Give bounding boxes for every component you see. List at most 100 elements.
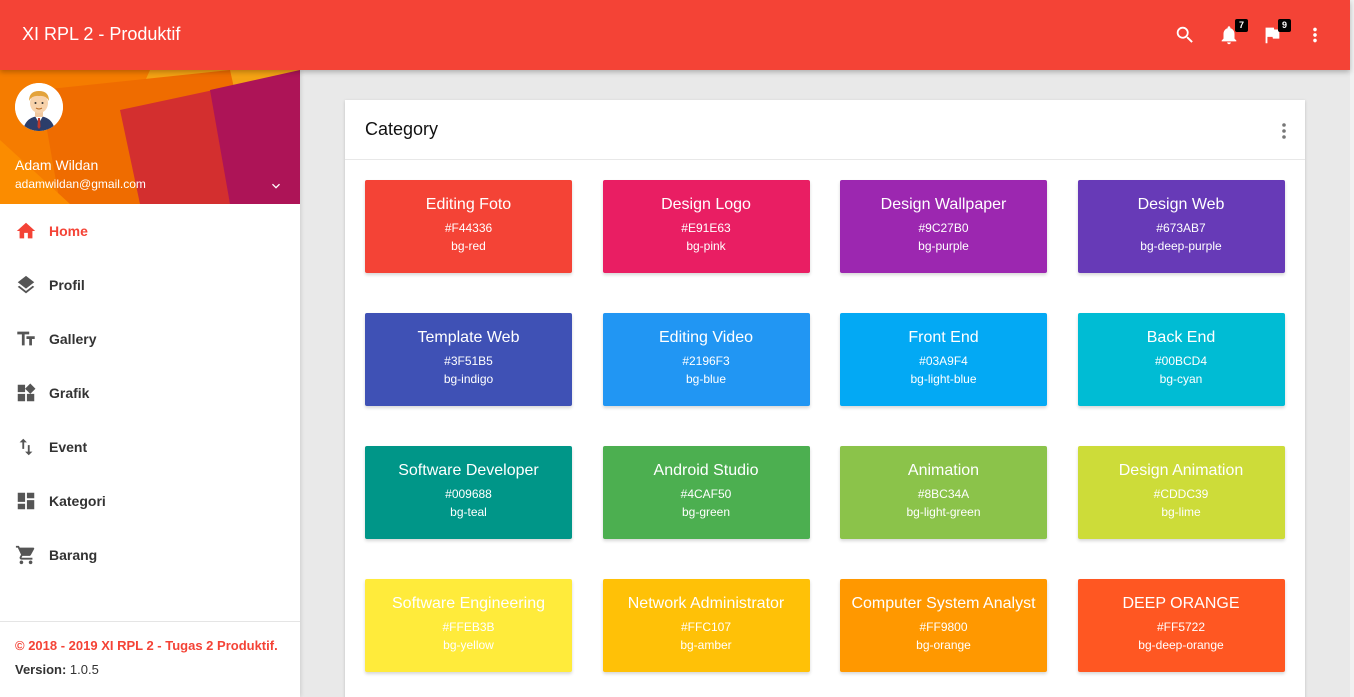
- sidebar-item-label: Kategori: [49, 493, 106, 509]
- category-hex: #8BC34A: [917, 487, 970, 501]
- category-hex: #F44336: [444, 221, 493, 235]
- notification-badge: 7: [1235, 19, 1248, 32]
- category-class: bg-green: [681, 505, 731, 519]
- home-icon: [15, 220, 37, 242]
- sidebar-item-profil[interactable]: Profil: [0, 258, 300, 312]
- category-tile[interactable]: Design Animation #CDDC39 bg-lime: [1077, 446, 1285, 539]
- user-name: Adam Wildan: [15, 157, 99, 173]
- sidebar-item-label: Barang: [49, 547, 98, 563]
- category-name: Network Administrator: [627, 595, 785, 612]
- sidebar-footer: © 2018 - 2019 XI RPL 2 - Tugas 2 Produkt…: [0, 621, 300, 697]
- left-sidebar: Adam Wildan adamwildan@gmail.com Home Pr…: [0, 70, 300, 697]
- category-name: Editing Foto: [425, 196, 512, 213]
- category-name: Software Engineering: [392, 595, 545, 612]
- category-tile[interactable]: Template Web #3F51B5 bg-indigo: [365, 313, 572, 406]
- category-name: DEEP ORANGE: [1122, 595, 1240, 612]
- category-tile[interactable]: DEEP ORANGE #FF5722 bg-deep-orange: [1077, 579, 1285, 672]
- sidebar-item-label: Event: [49, 439, 88, 455]
- notifications-button[interactable]: 7: [1216, 19, 1248, 48]
- cart-icon: [15, 544, 37, 566]
- chevron-down-icon[interactable]: [266, 178, 286, 194]
- category-name: Design Web: [1137, 196, 1225, 213]
- category-hex: #FFC107: [680, 620, 732, 634]
- category-tile[interactable]: Network Administrator #FFC107 bg-amber: [602, 579, 810, 672]
- category-name: Design Logo: [661, 196, 751, 213]
- category-name: Animation: [907, 462, 980, 479]
- sidebar-item-grafik[interactable]: Grafik: [0, 366, 300, 420]
- category-class: bg-teal: [450, 505, 487, 519]
- category-hex: #3F51B5: [444, 354, 493, 368]
- category-class: bg-purple: [918, 239, 969, 253]
- category-name: Design Animation: [1118, 462, 1244, 479]
- sidebar-item-home[interactable]: Home: [0, 204, 300, 258]
- category-name: Front End: [908, 329, 979, 346]
- sidebar-item-event[interactable]: Event: [0, 420, 300, 474]
- category-class: bg-blue: [685, 372, 727, 386]
- dashboard-icon: [15, 490, 37, 512]
- flag-badge: 9: [1278, 19, 1291, 32]
- sidebar-item-label: Home: [49, 223, 88, 239]
- category-tile[interactable]: Design Logo #E91E63 bg-pink: [602, 180, 810, 273]
- top-navbar: XI RPL 2 - Produktif 7 9: [0, 0, 1350, 70]
- category-class: bg-red: [451, 239, 486, 253]
- category-card: Category Editing Foto #F44336 bg-red Desig…: [345, 100, 1305, 697]
- category-grid: Editing Foto #F44336 bg-red Design Logo #E9…: [365, 180, 1285, 672]
- category-class: bg-orange: [916, 638, 971, 652]
- category-hex: #FF5722: [1156, 620, 1206, 634]
- more-vert-icon[interactable]: [1302, 22, 1328, 48]
- category-class: bg-cyan: [1159, 372, 1203, 386]
- category-tile[interactable]: Design Wallpaper #9C27B0 bg-purple: [840, 180, 1047, 273]
- category-tile[interactable]: Design Web #673AB7 bg-deep-purple: [1077, 180, 1285, 273]
- category-tile[interactable]: Animation #8BC34A bg-light-green: [840, 446, 1047, 539]
- sidebar-item-label: Profil: [49, 277, 85, 293]
- card-header: Category: [345, 100, 1305, 160]
- category-name: Back End: [1146, 329, 1216, 346]
- page-scrollbar[interactable]: [1350, 0, 1354, 697]
- category-class: bg-indigo: [443, 372, 494, 386]
- category-class: bg-light-green: [906, 505, 981, 519]
- version-label: Version:: [15, 662, 70, 677]
- category-name: Computer System Analyst: [851, 595, 1036, 612]
- layers-icon: [15, 274, 37, 296]
- category-tile[interactable]: Front End #03A9F4 bg-light-blue: [840, 313, 1047, 406]
- copyright-text: © 2018 - 2019 XI RPL 2 - Tugas 2 Produkt…: [15, 638, 278, 653]
- app-title[interactable]: XI RPL 2 - Produktif: [22, 24, 180, 45]
- card-more-vert-icon[interactable]: [1279, 122, 1289, 140]
- sidebar-item-gallery[interactable]: Gallery: [0, 312, 300, 366]
- version-number: 1.0.5: [69, 662, 99, 677]
- sidebar-item-barang[interactable]: Barang: [0, 528, 300, 582]
- category-tile[interactable]: Editing Video #2196F3 bg-blue: [602, 313, 810, 406]
- category-class: bg-light-blue: [910, 372, 977, 386]
- sidebar-item-label: Grafik: [49, 385, 90, 401]
- category-tile[interactable]: Editing Foto #F44336 bg-red: [365, 180, 572, 273]
- category-tile[interactable]: Android Studio #4CAF50 bg-green: [602, 446, 810, 539]
- category-class: bg-pink: [686, 239, 726, 253]
- category-hex: #9C27B0: [918, 221, 969, 235]
- card-title: Category: [365, 119, 439, 139]
- category-name: Software Developer: [398, 462, 539, 479]
- category-hex: #CDDC39: [1153, 487, 1209, 501]
- category-hex: #4CAF50: [680, 487, 732, 501]
- category-hex: #FFEB3B: [442, 620, 495, 634]
- widgets-icon: [15, 382, 37, 404]
- category-tile[interactable]: Back End #00BCD4 bg-cyan: [1077, 313, 1285, 406]
- category-hex: #00BCD4: [1154, 354, 1208, 368]
- category-class: bg-yellow: [443, 638, 494, 652]
- category-hex: #03A9F4: [919, 354, 968, 368]
- category-hex: #2196F3: [682, 354, 730, 368]
- avatar[interactable]: [15, 83, 63, 131]
- category-hex: #FF9800: [919, 620, 968, 634]
- category-class: bg-lime: [1161, 505, 1201, 519]
- sidebar-item-kategori[interactable]: Kategori: [0, 474, 300, 528]
- category-name: Template Web: [417, 329, 520, 346]
- category-name: Design Wallpaper: [880, 196, 1007, 213]
- category-tile[interactable]: Software Engineering #FFEB3B bg-yellow: [365, 579, 572, 672]
- tasks-button[interactable]: 9: [1259, 19, 1291, 48]
- category-name: Android Studio: [653, 462, 759, 479]
- category-tile[interactable]: Software Developer #009688 bg-teal: [365, 446, 572, 539]
- category-tile[interactable]: Computer System Analyst #FF9800 bg-orange: [840, 579, 1047, 672]
- swap-vert-icon: [15, 436, 37, 458]
- search-icon[interactable]: [1172, 22, 1198, 48]
- category-class: bg-deep-purple: [1140, 239, 1222, 253]
- category-hex: #673AB7: [1156, 221, 1206, 235]
